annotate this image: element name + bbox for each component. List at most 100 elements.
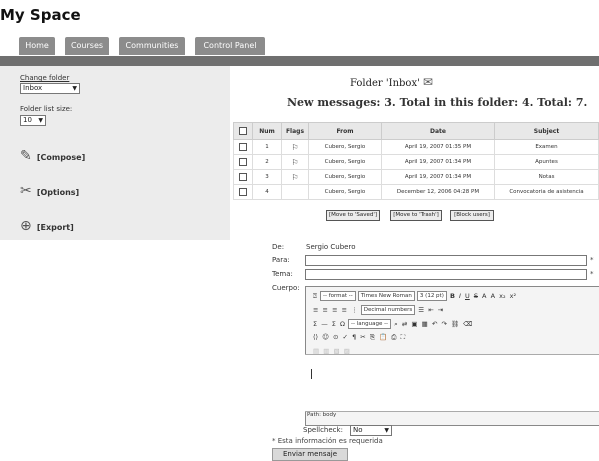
source-icon[interactable]: ⟨⟩ bbox=[312, 333, 319, 341]
highlight-icon[interactable]: A bbox=[490, 292, 496, 300]
export-link[interactable]: ⊕ [Export] bbox=[20, 215, 74, 234]
row-from[interactable]: Cubero, Sergio bbox=[308, 139, 382, 155]
text-cursor bbox=[311, 369, 312, 379]
table-row[interactable]: 4 Cubero, Sergio December 12, 2006 04:28… bbox=[233, 184, 599, 200]
row-checkbox[interactable] bbox=[239, 158, 247, 166]
table-row[interactable]: 3 ⚐ Cubero, Sergio April 19, 2007 01:34 … bbox=[233, 169, 599, 185]
preview-icon[interactable]: ⊙ bbox=[332, 333, 339, 341]
font-select[interactable]: Times New Roman bbox=[357, 291, 415, 301]
editor-body[interactable] bbox=[305, 354, 599, 412]
list-size-select[interactable]: 10 ▼ bbox=[20, 115, 46, 126]
sum-icon[interactable]: Σ bbox=[312, 320, 318, 328]
change-folder-label: Change folder bbox=[20, 74, 70, 82]
print-icon[interactable]: ⎙ bbox=[390, 333, 397, 342]
special-char-icon[interactable]: Ω bbox=[339, 320, 346, 328]
justify-icon[interactable]: ≡ bbox=[341, 306, 348, 314]
sum-icon[interactable]: Σ bbox=[331, 320, 337, 328]
move-to-saved-button[interactable]: [Move to 'Saved'] bbox=[326, 210, 380, 221]
row-checkbox-cell[interactable] bbox=[233, 139, 253, 155]
row-checkbox[interactable] bbox=[239, 173, 247, 181]
compose-label: [Compose] bbox=[36, 153, 86, 162]
select-all-cell[interactable] bbox=[233, 122, 253, 140]
para-input[interactable] bbox=[305, 255, 587, 266]
unordered-list-icon[interactable]: ☰ bbox=[417, 306, 425, 314]
tema-input[interactable] bbox=[305, 269, 587, 280]
indent-icon[interactable]: ⇥ bbox=[437, 306, 444, 314]
spellcheck-select[interactable]: No ▼ bbox=[350, 425, 392, 436]
align-left-icon[interactable]: ≡ bbox=[312, 306, 319, 314]
flag-icon bbox=[281, 184, 309, 200]
fullscreen-icon[interactable]: ⛶ bbox=[400, 333, 407, 342]
replace-icon[interactable]: ⇄ bbox=[401, 320, 408, 328]
tab-communities[interactable]: Communities bbox=[118, 36, 186, 55]
export-icon: ⊕ bbox=[20, 218, 32, 234]
block-users-button[interactable]: [Block users] bbox=[450, 210, 494, 221]
row-from[interactable]: Cubero, Sergio bbox=[308, 154, 382, 170]
date-header[interactable]: Date bbox=[381, 122, 495, 140]
de-value: Sergio Cubero bbox=[306, 243, 356, 251]
align-center-icon[interactable]: ≡ bbox=[322, 306, 329, 314]
select-all-checkbox[interactable] bbox=[239, 127, 247, 135]
format-select[interactable]: -- format -- bbox=[319, 291, 356, 301]
align-right-icon[interactable]: ≡ bbox=[331, 306, 338, 314]
tab-courses[interactable]: Courses bbox=[64, 36, 110, 55]
font-color-icon[interactable]: A bbox=[481, 292, 487, 300]
table-row[interactable]: 2 ⚐ Cubero, Sergio April 19, 2007 01:34 … bbox=[233, 154, 599, 170]
horizontal-rule-icon[interactable]: — bbox=[320, 320, 329, 328]
paragraph-icon[interactable]: ¶ bbox=[351, 333, 357, 341]
table-icon[interactable]: ▦ bbox=[421, 320, 429, 328]
emoticon-icon[interactable]: ☺ bbox=[321, 333, 330, 341]
clear-format-icon[interactable]: ⌫ bbox=[462, 320, 473, 328]
subject-header[interactable]: Subject bbox=[494, 122, 599, 140]
options-link[interactable]: ✂ [Options] bbox=[20, 180, 79, 199]
image-icon[interactable]: ▣ bbox=[410, 320, 418, 328]
row-from[interactable]: Cubero, Sergio bbox=[308, 184, 382, 200]
move-to-trash-button[interactable]: [Move to 'Trash'] bbox=[390, 210, 442, 221]
tab-control-panel[interactable]: Control Panel bbox=[194, 36, 266, 55]
compose-link[interactable]: ✎ [Compose] bbox=[20, 145, 85, 164]
redo-icon[interactable]: ↷ bbox=[440, 320, 447, 328]
from-header[interactable]: From bbox=[308, 122, 382, 140]
link-icon[interactable]: ⛓ bbox=[450, 320, 460, 328]
row-subject[interactable]: Apuntes bbox=[494, 154, 599, 170]
row-checkbox-cell[interactable] bbox=[233, 154, 253, 170]
row-from[interactable]: Cubero, Sergio bbox=[308, 169, 382, 185]
strikethrough-icon[interactable]: S bbox=[473, 292, 479, 300]
row-checkbox-cell[interactable] bbox=[233, 184, 253, 200]
row-checkbox[interactable] bbox=[239, 188, 247, 196]
subscript-icon[interactable]: x₂ bbox=[498, 292, 506, 300]
outdent-icon[interactable]: ⇤ bbox=[427, 306, 434, 314]
size-select[interactable]: 3 (12 pt) bbox=[416, 291, 447, 301]
bold-icon[interactable]: B bbox=[449, 292, 456, 300]
row-checkbox[interactable] bbox=[239, 143, 247, 151]
chevron-down-icon: ▼ bbox=[38, 117, 43, 124]
language-select[interactable]: -- language -- bbox=[348, 319, 392, 329]
row-subject[interactable]: Examen bbox=[494, 139, 599, 155]
row-num: 2 bbox=[252, 154, 282, 170]
row-checkbox-cell[interactable] bbox=[233, 169, 253, 185]
row-subject[interactable]: Convocatoria de asistencia bbox=[494, 184, 599, 200]
ordered-list-icon[interactable]: ⋮ bbox=[350, 306, 359, 314]
tab-home[interactable]: Home bbox=[18, 36, 56, 55]
list-style-select[interactable]: Decimal numbers bbox=[360, 305, 416, 315]
paste-icon[interactable]: 📋 bbox=[378, 333, 388, 341]
spellcheck-icon[interactable]: ✓ bbox=[342, 333, 349, 341]
italic-icon[interactable]: I bbox=[458, 292, 462, 300]
underline-icon[interactable]: U bbox=[464, 292, 471, 300]
tab-underline-bar bbox=[0, 56, 599, 66]
row-num: 4 bbox=[252, 184, 282, 200]
find-icon[interactable]: ⌕ bbox=[393, 320, 399, 329]
copy-icon[interactable]: ⎘ bbox=[369, 333, 376, 342]
send-message-button[interactable]: Enviar mensaje bbox=[272, 448, 348, 461]
row-subject[interactable]: Notas bbox=[494, 169, 599, 185]
cut-icon[interactable]: ✂ bbox=[359, 333, 366, 341]
superscript-icon[interactable]: x² bbox=[509, 292, 517, 300]
num-header[interactable]: Num bbox=[252, 122, 282, 140]
required-note-text: Esta información es requerida bbox=[277, 437, 383, 445]
undo-icon[interactable]: ↶ bbox=[431, 320, 438, 328]
folder-select[interactable]: Inbox ▼ bbox=[20, 83, 80, 94]
help-icon[interactable]: ⍰ bbox=[312, 292, 318, 301]
table-row[interactable]: 1 ⚐ Cubero, Sergio April 19, 2007 01:35 … bbox=[233, 139, 599, 155]
flags-header[interactable]: Flags bbox=[281, 122, 309, 140]
row-date: April 19, 2007 01:35 PM bbox=[381, 139, 495, 155]
